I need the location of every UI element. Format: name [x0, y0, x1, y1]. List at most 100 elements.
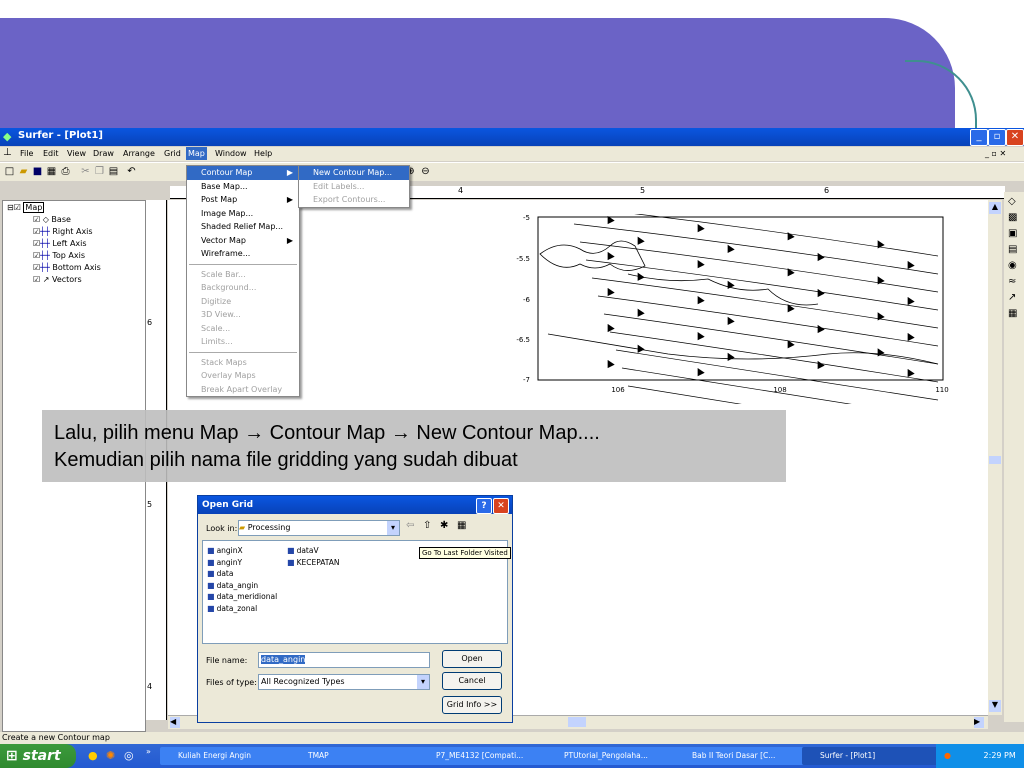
back-icon[interactable]: ⇦ — [406, 520, 414, 531]
menu-item-limits[interactable]: Limits... — [187, 335, 299, 349]
menu-item-post-map[interactable]: Post Map ▶ — [187, 193, 299, 207]
post-map-icon[interactable]: ▣ — [1008, 228, 1017, 239]
menu-view[interactable]: View — [67, 149, 86, 158]
menu-item-background[interactable]: Background... — [187, 281, 299, 295]
menu-item-new-contour-map[interactable]: New Contour Map... — [299, 166, 409, 180]
task-tmap[interactable]: TMAP — [290, 747, 428, 765]
menu-item-vector-map[interactable]: Vector Map ▶ — [187, 234, 299, 248]
menu-item-contour-map[interactable]: Contour Map ▶ — [187, 166, 299, 180]
paste-icon[interactable]: ▤ — [108, 166, 119, 177]
view-menu-icon[interactable]: ▦ — [457, 520, 466, 531]
streamline — [591, 277, 939, 329]
menu-item-stack-maps[interactable]: Stack Maps — [187, 356, 299, 370]
mdi-controls[interactable]: _ ▫ ✕ — [985, 149, 1006, 158]
scroll-thumb[interactable] — [568, 717, 586, 727]
chevron-down-icon[interactable]: ▾ — [387, 521, 399, 535]
save-icon[interactable]: ■ — [32, 166, 43, 177]
print-icon[interactable]: ⎙ — [60, 166, 71, 177]
menu-item-digitize[interactable]: Digitize — [187, 295, 299, 309]
menu-item-wireframe[interactable]: Wireframe... — [187, 247, 299, 261]
menu-item-scale[interactable]: Scale... — [187, 322, 299, 336]
dialog-close-button[interactable]: ✕ — [493, 498, 509, 514]
undo-icon[interactable]: ↶ — [126, 166, 137, 177]
scroll-up-arrow[interactable]: ▲ — [989, 202, 1001, 214]
menu-file[interactable]: File — [20, 149, 33, 158]
menu-edit[interactable]: Edit — [43, 149, 59, 158]
tree-item-vectors[interactable]: ☑ ↗ Vectors — [33, 275, 82, 284]
menu-grid[interactable]: Grid — [164, 149, 181, 158]
tree-item-bottom-axis[interactable]: ☑┼┼ Bottom Axis — [33, 263, 101, 272]
scroll-down-arrow[interactable]: ▼ — [989, 700, 1001, 712]
open-icon[interactable]: ▰ — [18, 166, 29, 177]
file-name-input[interactable]: data_angin — [258, 652, 430, 668]
file-item[interactable]: dataV — [287, 545, 340, 557]
menu-draw[interactable]: Draw — [93, 149, 114, 158]
open-button[interactable]: Open — [442, 650, 502, 668]
cancel-button[interactable]: Cancel — [442, 672, 502, 690]
menu-help[interactable]: Help — [254, 149, 272, 158]
file-item[interactable]: anginY — [207, 557, 277, 569]
new-folder-icon[interactable]: ✱ — [440, 520, 448, 531]
up-folder-icon[interactable]: ⇧ — [423, 520, 431, 531]
tree-item-base[interactable]: ☑ ◇ Base — [33, 215, 71, 224]
maximize-button[interactable]: ▫ — [988, 129, 1006, 146]
menu-map[interactable]: Map — [186, 147, 207, 160]
tree-item-left-axis[interactable]: ☑┼┼ Left Axis — [33, 239, 87, 248]
minimize-button[interactable]: _ — [970, 129, 988, 146]
menu-item-edit-labels[interactable]: Edit Labels... — [299, 180, 409, 194]
contour-map-icon[interactable]: ◇ — [1008, 196, 1016, 207]
task-surfer[interactable]: Surfer - [Plot1] — [802, 747, 940, 765]
file-item[interactable]: data — [207, 568, 277, 580]
wireframe-icon[interactable]: ◉ — [1008, 260, 1017, 271]
task-ptutorial[interactable]: PTUtorial_Pengolaha... — [546, 747, 684, 765]
3d-view-icon[interactable]: ▦ — [1008, 308, 1017, 319]
quicklaunch-icon[interactable]: ● — [88, 749, 98, 762]
tree-item-right-axis[interactable]: ☑┼┼ Right Axis — [33, 227, 93, 236]
app-menu-icon[interactable]: ⊥ — [3, 147, 12, 158]
menu-item-base-map[interactable]: Base Map... — [187, 180, 299, 194]
menu-window[interactable]: Window — [215, 149, 247, 158]
task-bab-ii[interactable]: Bab II Teori Dasar [C... — [674, 747, 812, 765]
zoom-out-icon[interactable]: ⊖ — [420, 166, 431, 177]
copy-icon[interactable]: ❐ — [94, 166, 105, 177]
scroll-right-arrow[interactable]: ▶ — [974, 717, 984, 728]
menu-item-3d-view[interactable]: 3D View... — [187, 308, 299, 322]
help-button[interactable]: ? — [476, 498, 492, 514]
task-kuliah-energi-angin[interactable]: Kuliah Energi Angin — [160, 747, 298, 765]
tray-icon[interactable]: ● — [936, 751, 951, 760]
menu-arrange[interactable]: Arrange — [123, 149, 155, 158]
tree-item-top-axis[interactable]: ☑┼┼ Top Axis — [33, 251, 85, 260]
grid-info-button[interactable]: Grid Info >> — [442, 696, 502, 714]
image-map-icon[interactable]: ▩ — [1008, 212, 1017, 223]
file-item[interactable]: data_zonal — [207, 603, 277, 615]
file-item[interactable]: KECEPATAN — [287, 557, 340, 569]
new-icon[interactable]: □ — [4, 166, 15, 177]
scroll-thumb[interactable] — [989, 456, 1001, 464]
shaded-relief-icon[interactable]: ▤ — [1008, 244, 1017, 255]
file-item[interactable]: data_meridional — [207, 591, 278, 603]
menu-item-export-contours[interactable]: Export Contours... — [299, 193, 409, 207]
menu-item-shaded-relief-map[interactable]: Shaded Relief Map... — [187, 220, 299, 234]
close-button[interactable]: ✕ — [1006, 129, 1024, 146]
scroll-left-arrow[interactable]: ◀ — [170, 717, 180, 728]
quicklaunch-icon[interactable]: ◎ — [124, 749, 134, 762]
file-type-select[interactable]: All Recognized Types ▾ — [258, 674, 430, 690]
menu-item-image-map[interactable]: Image Map... — [187, 207, 299, 221]
chevron-down-icon[interactable]: ▾ — [417, 675, 429, 689]
tree-root[interactable]: ⊟☑ Map — [7, 202, 45, 213]
surface-icon[interactable]: ≈ — [1008, 276, 1016, 287]
menu-item-break-apart-overlay[interactable]: Break Apart Overlay — [187, 383, 299, 397]
file-item[interactable]: data_angin — [207, 580, 277, 592]
cut-icon[interactable]: ✂ — [80, 166, 91, 177]
chevron-more-icon[interactable]: » — [146, 747, 151, 756]
file-item[interactable]: anginX — [207, 545, 277, 557]
quicklaunch-icon[interactable]: ✺ — [106, 749, 115, 762]
task-p7-me4132[interactable]: P7_ME4132 [Compati... — [418, 747, 556, 765]
menu-item-scale-bar[interactable]: Scale Bar... — [187, 268, 299, 282]
grid-icon[interactable]: ▦ — [46, 166, 57, 177]
vertical-scrollbar[interactable]: ▲ ▼ — [988, 200, 1002, 715]
menu-item-overlay-maps[interactable]: Overlay Maps — [187, 369, 299, 383]
look-in-select[interactable]: ▰ Processing ▾ — [238, 520, 400, 536]
vector-map-icon[interactable]: ↗ — [1008, 292, 1016, 303]
start-button[interactable]: ⊞ start — [0, 744, 76, 768]
